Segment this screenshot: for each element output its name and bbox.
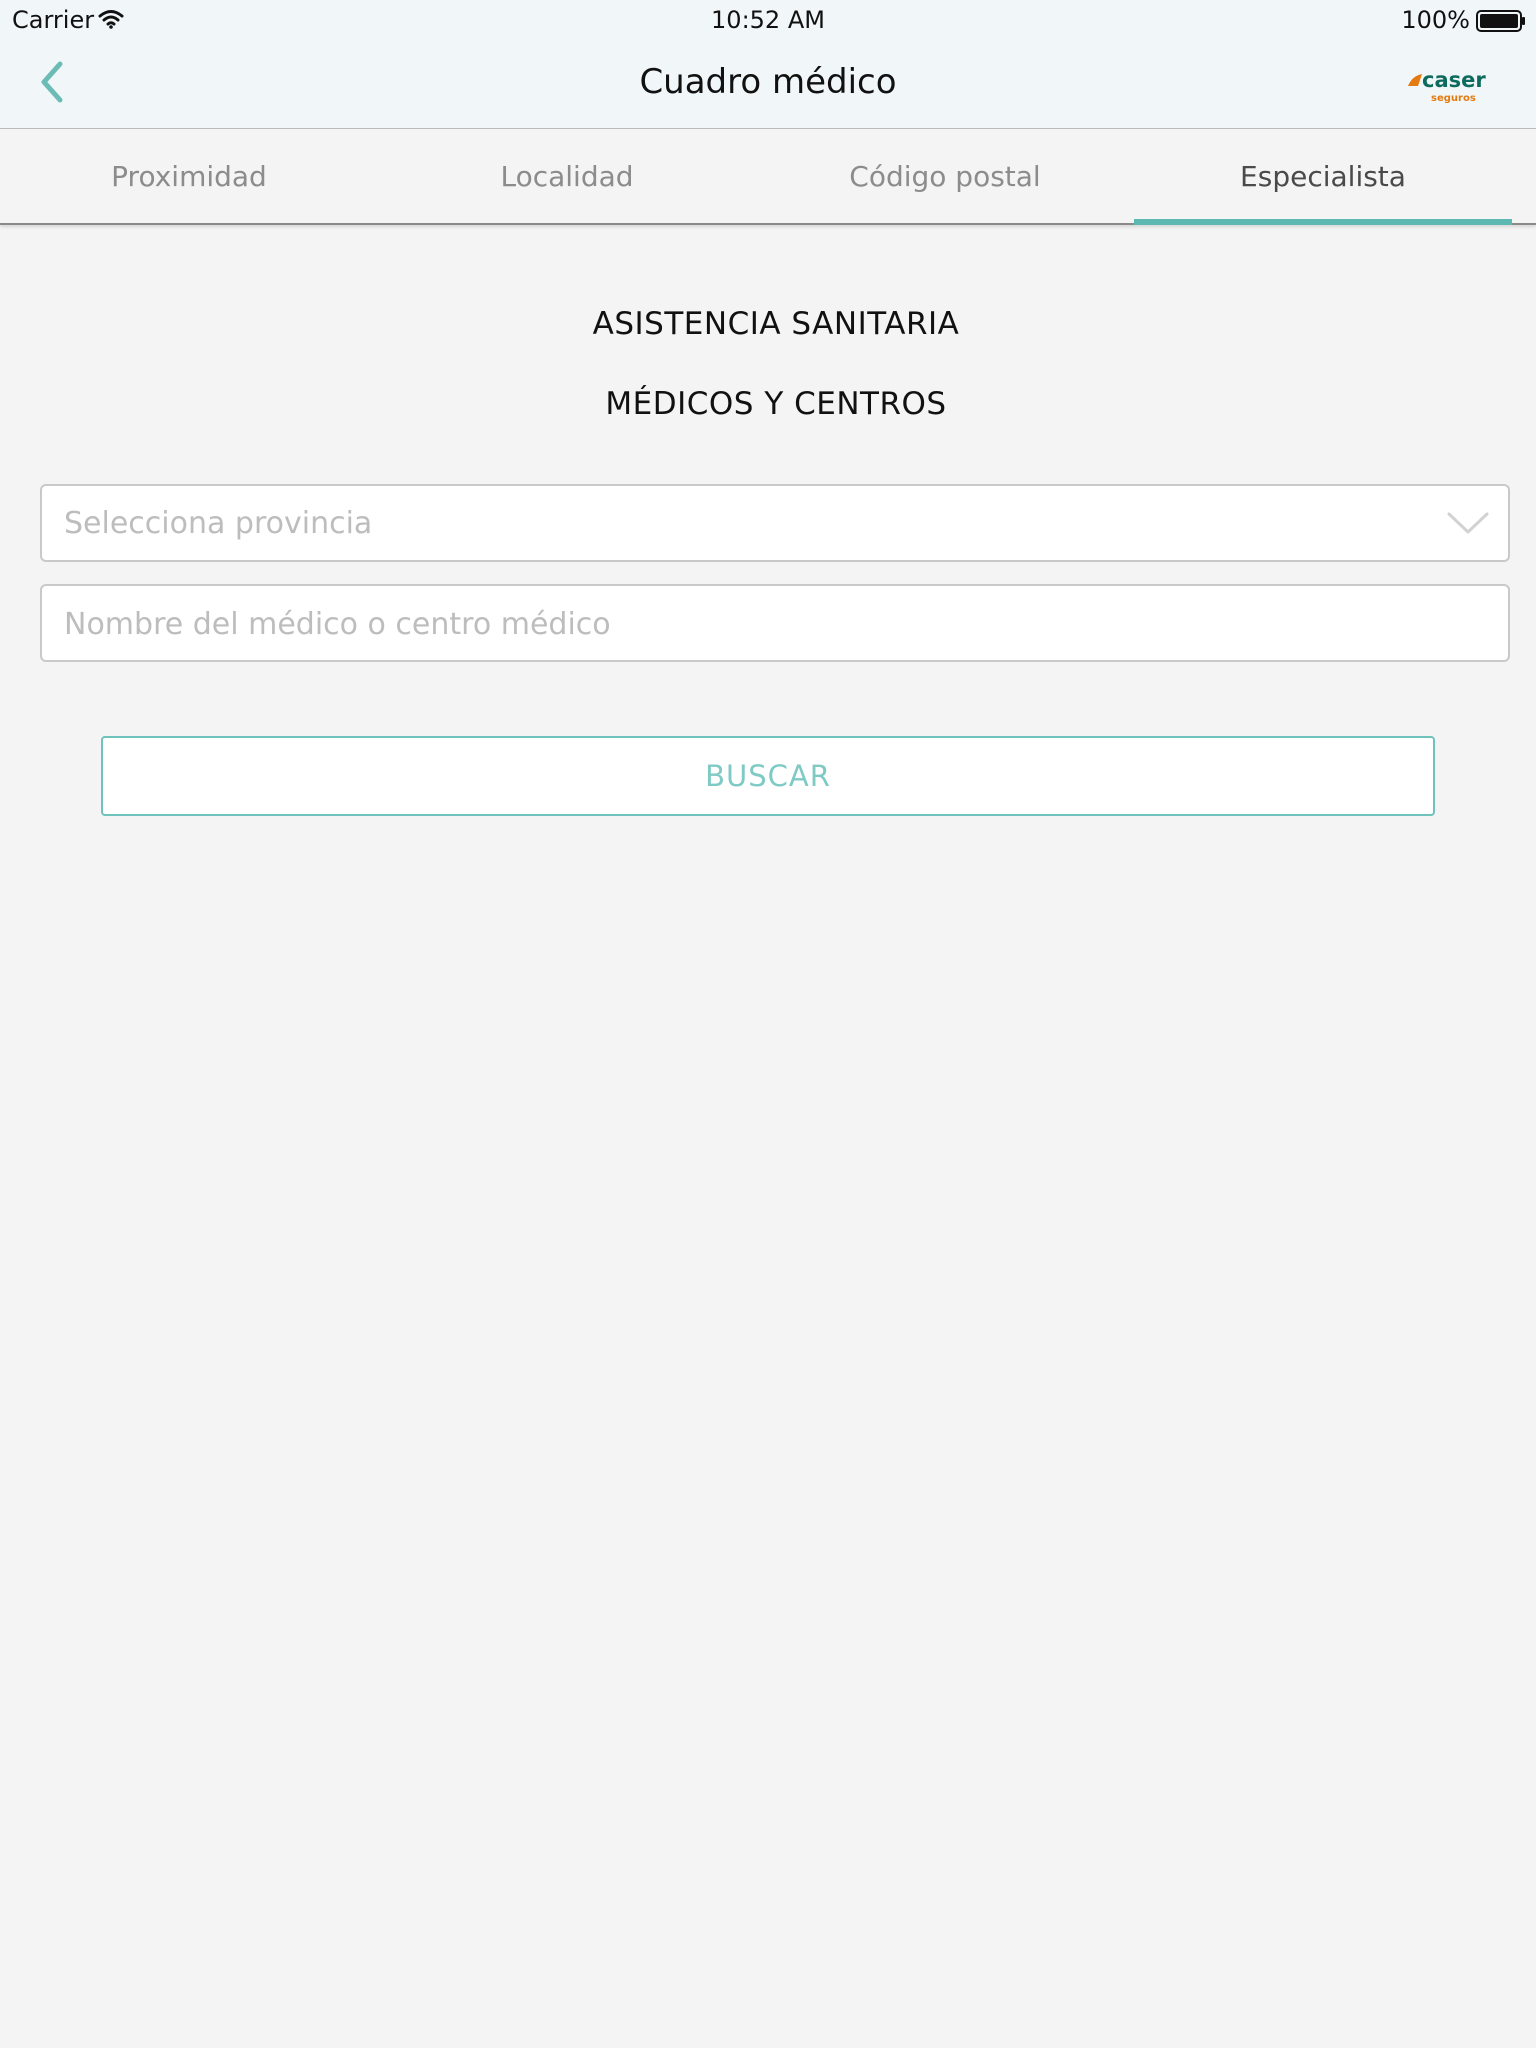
tab-label: Proximidad: [111, 159, 267, 193]
status-time: 10:52 AM: [711, 6, 825, 34]
tab-localidad[interactable]: Localidad: [378, 129, 756, 223]
search-button-label: BUSCAR: [705, 759, 831, 793]
doctor-name-input[interactable]: [62, 586, 1486, 662]
tab-bar: Proximidad Localidad Código postal Espec…: [0, 129, 1536, 225]
tab-label: Código postal: [849, 159, 1041, 193]
province-select-placeholder: Selecciona provincia: [64, 506, 373, 541]
battery-percentage: 100%: [1401, 6, 1470, 34]
doctor-name-field: [40, 584, 1510, 662]
tab-proximidad[interactable]: Proximidad: [0, 129, 378, 223]
province-select[interactable]: Selecciona provincia: [40, 484, 1510, 562]
section-subheading: MÉDICOS Y CENTROS: [605, 386, 947, 422]
battery-icon: [1476, 10, 1526, 36]
page-title: Cuadro médico: [639, 62, 897, 102]
svg-text:caser: caser: [1422, 68, 1486, 92]
navigation-bar: Cuadro médico caser seguros: [0, 40, 1536, 129]
tab-label: Especialista: [1240, 159, 1406, 193]
tab-especialista[interactable]: Especialista: [1134, 129, 1512, 225]
tab-label: Localidad: [500, 159, 634, 193]
chevron-down-icon: [1446, 508, 1490, 542]
active-tab-indicator: [1134, 219, 1512, 225]
tab-codigo-postal[interactable]: Código postal: [756, 129, 1134, 223]
section-heading: ASISTENCIA SANITARIA: [592, 306, 960, 342]
search-button[interactable]: BUSCAR: [101, 736, 1435, 816]
svg-text:seguros: seguros: [1431, 93, 1476, 104]
caser-logo: caser seguros: [1406, 68, 1502, 108]
status-bar: Carrier 10:52 AM 100%: [0, 0, 1536, 40]
